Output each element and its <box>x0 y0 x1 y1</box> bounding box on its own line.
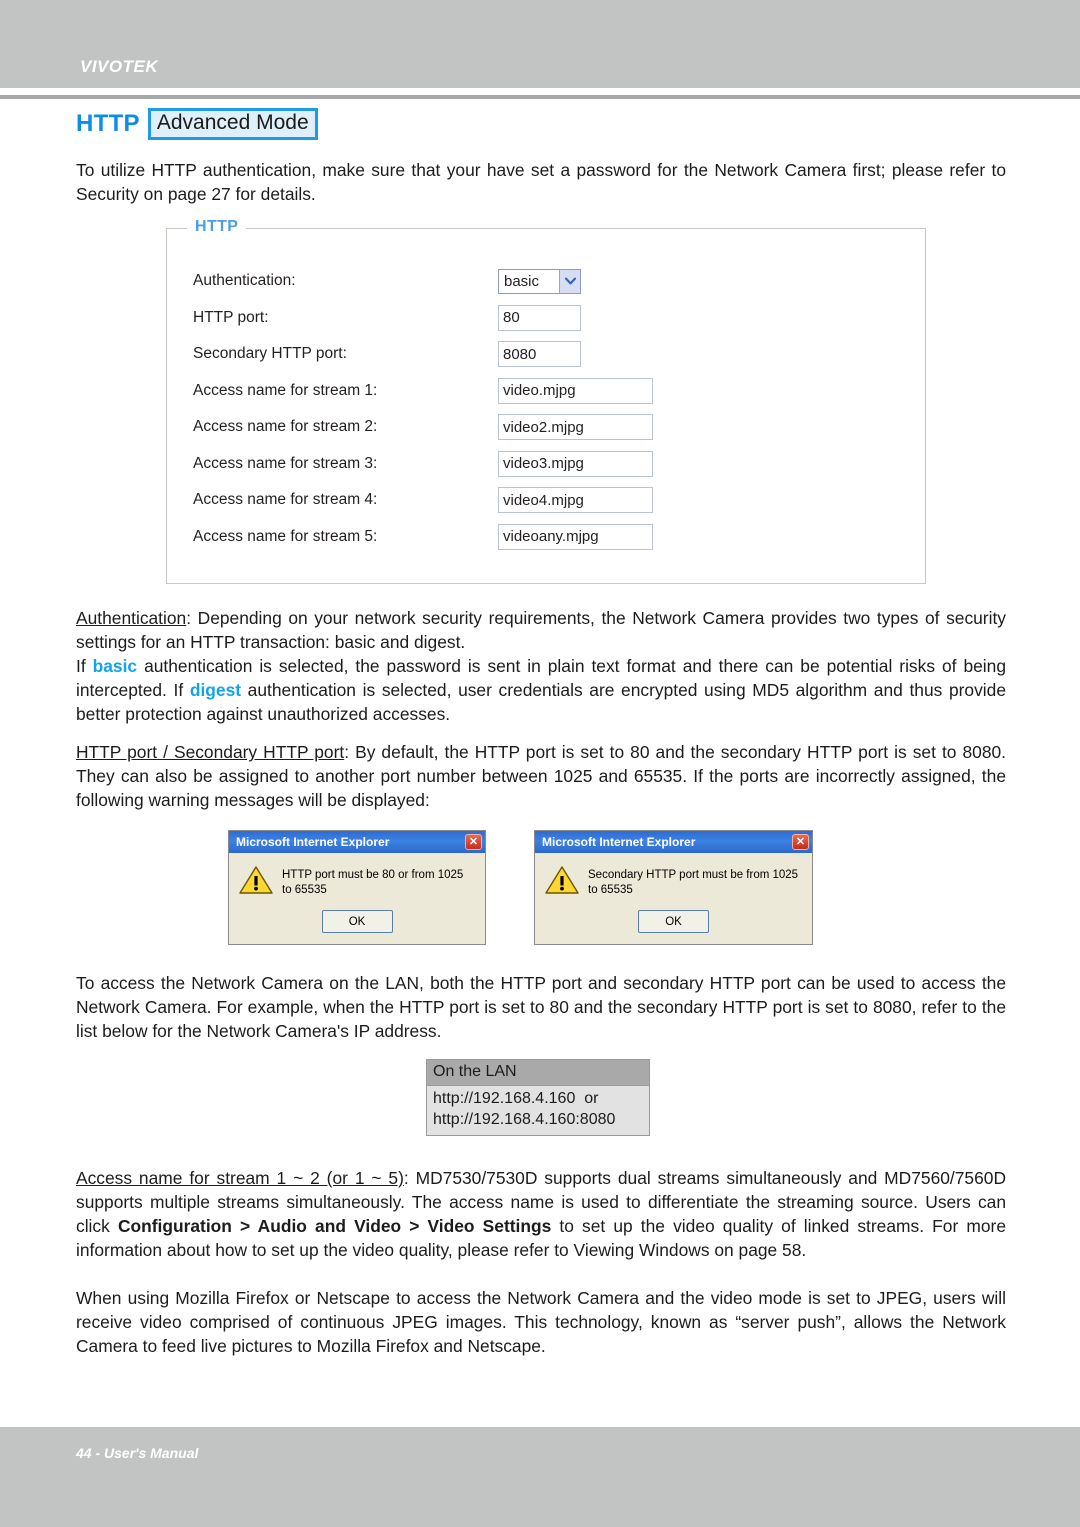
form-row-stream-5: Access name for stream 5: videoany.mjpg <box>167 519 925 556</box>
dialog-body: HTTP port must be 80 or from 1025 to 655… <box>229 853 485 906</box>
ok-button[interactable]: OK <box>321 910 393 934</box>
label-access-name-stream-4: Access name for stream 4: <box>193 491 378 509</box>
label-http-port: HTTP port: <box>193 308 269 326</box>
access-name-stream-5-input[interactable]: videoany.mjpg <box>498 523 653 550</box>
authentication-term: Authentication <box>76 608 187 629</box>
lan-intro-paragraph: To access the Network Camera on the LAN,… <box>76 973 1006 1042</box>
dialog-body: Secondary HTTP port must be from 1025 to… <box>535 853 812 906</box>
control-stream-5: videoany.mjpg <box>498 523 653 550</box>
label-authentication: Authentication: <box>193 272 296 290</box>
dialog-title: Microsoft Internet Explorer <box>542 835 696 850</box>
http-port-paragraph: HTTP port / Secondary HTTP port: By defa… <box>76 740 1006 812</box>
access-name-paragraph: Access name for stream 1 ~ 2 (or 1 ~ 5):… <box>76 1166 1006 1262</box>
form-row-stream-2: Access name for stream 2: video2.mjpg <box>167 409 925 446</box>
http-port-term: HTTP port / Secondary HTTP port <box>76 742 345 763</box>
page-title-row: HTTP Advanced Mode <box>76 108 1006 141</box>
lan-address-row: http://192.168.4.160:8080 <box>433 1110 616 1128</box>
digest-keyword: digest <box>189 680 242 701</box>
control-stream-2: video2.mjpg <box>498 414 653 441</box>
label-access-name-stream-1: Access name for stream 1: <box>193 381 378 399</box>
page-content: HTTP Advanced Mode To utilize HTTP authe… <box>0 108 1080 1372</box>
access-name-stream-1-input[interactable]: video.mjpg <box>498 377 653 404</box>
page-footer-band <box>0 1427 1080 1527</box>
lan-address-row: http://192.168.4.160 or <box>433 1090 599 1108</box>
ok-button[interactable]: OK <box>638 910 709 934</box>
lan-address-table: On the LAN http://192.168.4.160 or http:… <box>426 1059 650 1137</box>
http-port-input[interactable]: 80 <box>498 304 581 331</box>
warning-dialogs: Microsoft Internet Explorer ✕ HTTP port … <box>228 830 1006 946</box>
page-title: HTTP <box>76 110 140 138</box>
control-secondary-http-port: 8080 <box>498 341 581 368</box>
close-icon[interactable]: ✕ <box>792 834 809 851</box>
form-row-stream-1: Access name for stream 1: video.mjpg <box>167 373 925 410</box>
chevron-down-icon[interactable] <box>559 269 580 293</box>
label-access-name-stream-2: Access name for stream 2: <box>193 418 378 436</box>
label-access-name-stream-5: Access name for stream 5: <box>193 527 378 545</box>
control-stream-1: video.mjpg <box>498 377 653 404</box>
vivotek-logo: VIVOTEK <box>80 57 159 76</box>
footer-page-label: 44 - User's Manual <box>76 1445 199 1461</box>
control-stream-3: video3.mjpg <box>498 450 653 477</box>
secondary-http-port-input[interactable]: 8080 <box>498 341 581 368</box>
dialog-titlebar: Microsoft Internet Explorer ✕ <box>535 831 812 854</box>
close-icon[interactable]: ✕ <box>465 834 482 851</box>
lan-table-header: On the LAN <box>427 1060 649 1087</box>
authentication-select-value: basic <box>504 272 540 290</box>
control-http-port: 80 <box>498 304 581 331</box>
warning-icon <box>545 865 579 900</box>
control-authentication: basic <box>498 268 581 294</box>
form-row-http-port: HTTP port: 80 <box>167 300 925 337</box>
label-access-name-stream-3: Access name for stream 3: <box>193 454 378 472</box>
auth-detail-a: If <box>76 656 93 677</box>
intro-paragraph: To utilize HTTP authentication, make sur… <box>76 160 1006 205</box>
authentication-select[interactable]: basic <box>498 268 581 294</box>
access-name-stream-3-input[interactable]: video3.mjpg <box>498 450 653 477</box>
header-divider <box>0 95 1080 99</box>
dialog-message: Secondary HTTP port must be from 1025 to… <box>588 869 799 896</box>
advanced-mode-badge: Advanced Mode <box>147 108 318 141</box>
access-name-term: Access name for stream 1 ~ 2 (or 1 ~ 5) <box>76 1168 404 1189</box>
http-fieldset-legend: HTTP <box>187 218 247 237</box>
control-stream-4: video4.mjpg <box>498 487 653 514</box>
configuration-path: Configuration > Audio and Video > Video … <box>117 1216 552 1237</box>
dialog-message: HTTP port must be 80 or from 1025 to 655… <box>282 869 464 896</box>
dialog-titlebar: Microsoft Internet Explorer ✕ <box>229 831 485 854</box>
lan-table-body: http://192.168.4.160 or http://192.168.4… <box>427 1086 649 1136</box>
warning-icon <box>239 865 273 900</box>
authentication-detail-paragraph: If basic authentication is selected, the… <box>76 654 1006 726</box>
basic-keyword: basic <box>92 656 138 677</box>
label-secondary-http-port: Secondary HTTP port: <box>193 345 347 363</box>
http-fieldset: HTTP Authentication: basic HTTP port: 80… <box>166 218 926 585</box>
access-name-stream-2-input[interactable]: video2.mjpg <box>498 414 653 441</box>
form-row-stream-4: Access name for stream 4: video4.mjpg <box>167 482 925 519</box>
form-row-stream-3: Access name for stream 3: video3.mjpg <box>167 446 925 483</box>
http-settings-panel: HTTP Authentication: basic HTTP port: 80… <box>166 218 1006 585</box>
authentication-text: : Depending on your network security req… <box>76 608 1006 653</box>
dialog-title: Microsoft Internet Explorer <box>236 835 390 850</box>
form-row-authentication: Authentication: basic <box>167 263 925 300</box>
form-row-secondary-http-port: Secondary HTTP port: 8080 <box>167 336 925 373</box>
page-header-band <box>0 0 1080 88</box>
dialog-secondary-http-port-warning: Microsoft Internet Explorer ✕ Secondary … <box>534 830 813 946</box>
dialog-http-port-warning: Microsoft Internet Explorer ✕ HTTP port … <box>228 830 486 946</box>
dialog-footer: OK <box>229 906 485 944</box>
access-name-stream-4-input[interactable]: video4.mjpg <box>498 487 653 514</box>
dialog-footer: OK <box>535 906 812 944</box>
mozilla-paragraph: When using Mozilla Firefox or Netscape t… <box>76 1288 1006 1357</box>
authentication-paragraph: Authentication: Depending on your networ… <box>76 606 1006 654</box>
